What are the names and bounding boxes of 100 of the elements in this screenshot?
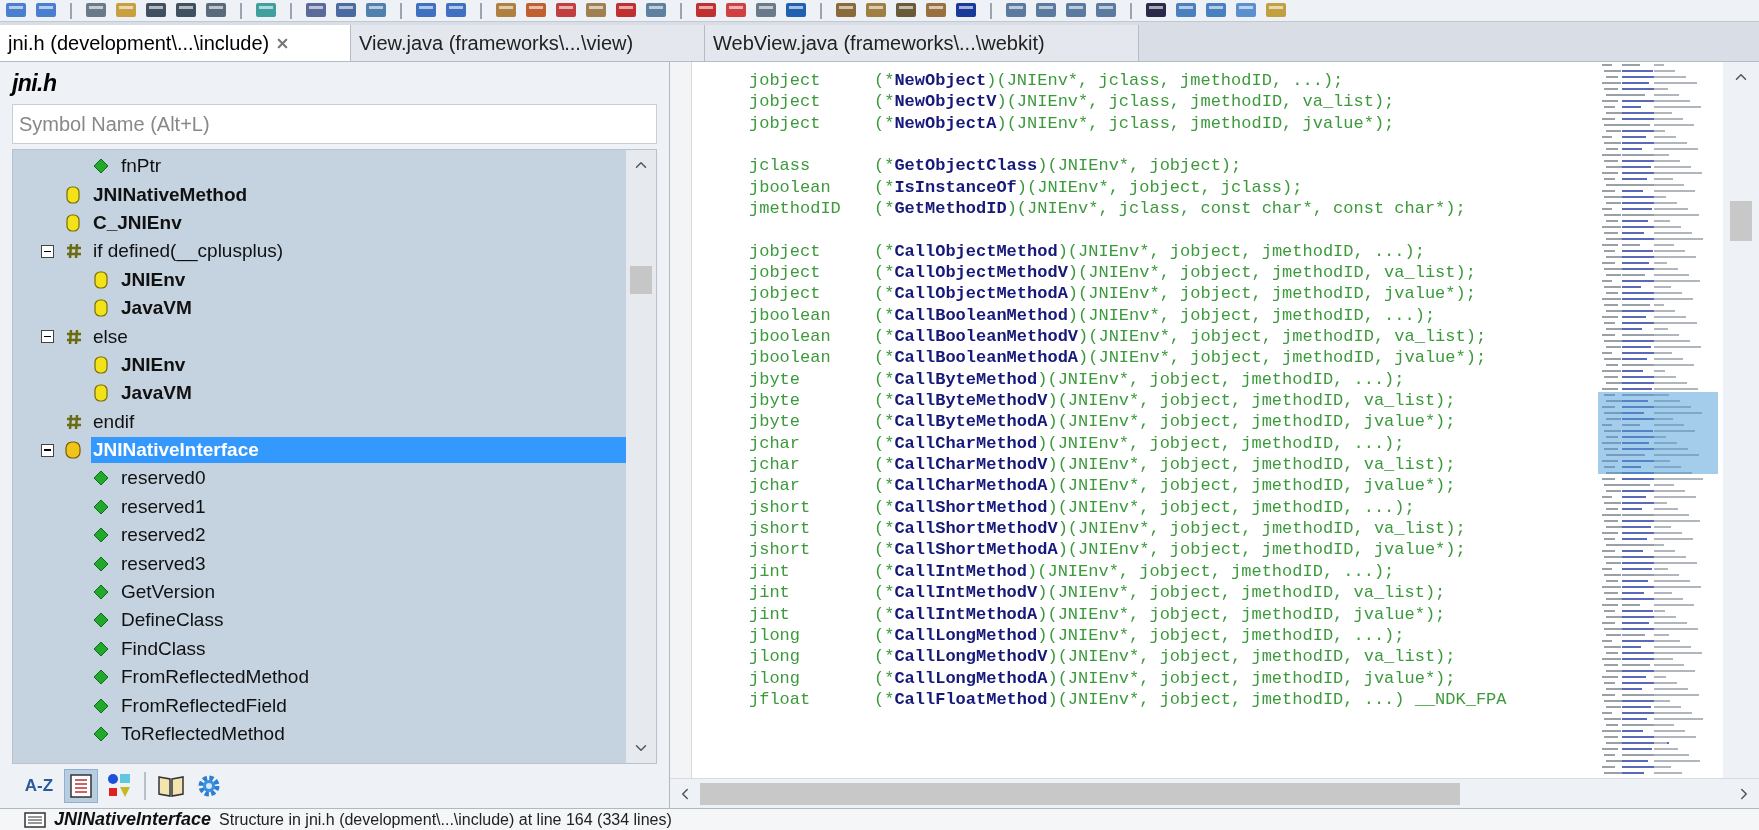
- scrollbar-thumb[interactable]: [1730, 201, 1752, 241]
- symbol-tree-item[interactable]: C_JNIEnv: [91, 209, 184, 236]
- symbol-tree-item[interactable]: JNIEnv: [119, 266, 188, 293]
- symbol-tree-item[interactable]: ToReflectedMethod: [119, 721, 287, 747]
- symbol-tree-item[interactable]: else: [91, 323, 130, 350]
- function-pointer-declaration: (*CallCharMethodA)(JNIEnv*, jobject, jmethodID, jvalue*);: [874, 475, 1456, 498]
- symbol-tree-item[interactable]: JNIEnv: [119, 351, 188, 378]
- type-keyword: jshort: [749, 496, 812, 519]
- file-tab[interactable]: WebView.java (frameworks\...\webkit): [705, 25, 1139, 61]
- symbol-tree-item[interactable]: reserved2: [119, 522, 208, 549]
- type-keyword: jlong: [749, 667, 801, 690]
- function-pointer-declaration: (*CallLongMethodA)(JNIEnv*, jobject, jmethodID, jvalue*);: [874, 667, 1456, 690]
- shapes-icon: [107, 773, 131, 799]
- symbol-tree-item[interactable]: FromReflectedMethod: [119, 664, 311, 691]
- type-keyword: jint: [749, 603, 791, 626]
- type-icon: [93, 354, 109, 375]
- function-pointer-declaration: (*CallByteMethodA)(JNIEnv*, jobject, jmethodID, jvalue*);: [874, 411, 1456, 434]
- type-keyword: jfloat: [749, 688, 812, 711]
- toolbar-icon[interactable]: [954, 3, 978, 19]
- function-pointer-declaration: (*NewObject)(JNIEnv*, jclass, jmethodID, ...);: [874, 69, 1344, 92]
- type-keyword: jmethodID: [749, 198, 842, 220]
- function-pointer-declaration: (*CallCharMethod)(JNIEnv*, jobject, jmethodID, ...);: [874, 432, 1405, 455]
- symbol-tree-item[interactable]: JavaVM: [119, 380, 194, 407]
- function-pointer-declaration: (*CallByteMethodV)(JNIEnv*, jobject, jmethodID, va_list);: [874, 390, 1456, 413]
- type-keyword: jobject: [749, 240, 822, 263]
- list-icon: [70, 774, 92, 798]
- type-keyword: jchar: [749, 454, 801, 477]
- diamond-icon: [93, 527, 109, 544]
- file-tab[interactable]: jni.h (development\...\include): [0, 25, 351, 61]
- symbol-tree-item[interactable]: GetVersion: [119, 579, 217, 606]
- vertical-scrollbar[interactable]: [626, 150, 656, 763]
- symbol-tree-item[interactable]: FromReflectedField: [119, 692, 289, 719]
- symbol-tree-item[interactable]: JavaVM: [119, 295, 194, 322]
- type-icon: [65, 212, 81, 233]
- diamond-icon: [93, 470, 109, 487]
- symbol-tree-item[interactable]: reserved1: [119, 493, 208, 520]
- toolbar-icon[interactable]: [784, 3, 808, 19]
- function-pointer-declaration: (*CallBooleanMethodA)(JNIEnv*, jobject, jmethodID, jvalue*);: [874, 347, 1487, 370]
- type-keyword: jbyte: [749, 368, 801, 391]
- scrollbar-thumb[interactable]: [630, 266, 652, 294]
- file-tab[interactable]: View.java (frameworks\...\view): [351, 25, 705, 61]
- diamond-icon: [93, 726, 109, 742]
- function-pointer-declaration: (*CallShortMethodA)(JNIEnv*, jobject, jmethodID, jvalue*);: [874, 539, 1466, 562]
- symbol-search-field[interactable]: Symbol Name (Alt+L): [12, 104, 657, 144]
- list-view-button[interactable]: [64, 769, 98, 803]
- symbol-tree-item[interactable]: FindClass: [119, 635, 208, 662]
- sort-button[interactable]: A-Z: [18, 769, 60, 803]
- type-keyword: jbyte: [749, 411, 801, 434]
- function-pointer-declaration: (*CallFloatMethod)(JNIEnv*, jobject, jmethodID, ...) __NDK_FPA: [874, 688, 1507, 711]
- function-pointer-declaration: (*CallObjectMethod)(JNIEnv*, jobject, jmethodID, ...);: [874, 240, 1425, 263]
- book-icon: [157, 774, 185, 798]
- hash-icon: [65, 412, 83, 431]
- type-keyword: jbyte: [749, 390, 801, 413]
- hash-icon: [65, 242, 83, 261]
- symbol-tree-item[interactable]: reserved3: [119, 550, 208, 577]
- symbol-tree-item[interactable]: if defined(__cplusplus): [91, 238, 286, 265]
- function-pointer-declaration: (*CallObjectMethodA)(JNIEnv*, jobject, jmethodID, jvalue*);: [874, 283, 1476, 306]
- type-keyword: jboolean: [749, 176, 832, 199]
- collapse-toggle[interactable]: [41, 244, 54, 258]
- diamond-icon: [93, 158, 109, 175]
- symbol-tree-item[interactable]: DefineClass: [119, 607, 226, 634]
- function-pointer-declaration: (*CallByteMethod)(JNIEnv*, jobject, jmethodID, ...);: [874, 368, 1405, 391]
- hash-icon: [65, 327, 83, 346]
- toolbar-icon[interactable]: [144, 3, 168, 19]
- type-icon: [93, 383, 109, 404]
- symbol-tree-item[interactable]: JNINativeMethod: [91, 181, 250, 208]
- type-keyword: jobject: [749, 112, 822, 135]
- symbol-tree-item[interactable]: fnPtr: [119, 153, 164, 180]
- function-pointer-declaration: (*CallShortMethod)(JNIEnv*, jobject, jmethodID, ...);: [874, 496, 1415, 519]
- settings-icon: [196, 773, 222, 799]
- type-keyword: jshort: [749, 518, 812, 541]
- toolbar-icon[interactable]: [174, 3, 198, 19]
- diamond-icon: [93, 498, 109, 515]
- function-pointer-declaration: (*NewObjectA)(JNIEnv*, jclass, jmethodID, jvalue*);: [874, 112, 1395, 135]
- symbol-tree-item[interactable]: endif: [91, 408, 137, 435]
- horizontal-scrollbar[interactable]: [670, 778, 1759, 808]
- type-keyword: jobject: [749, 69, 822, 92]
- struct-icon: [65, 440, 81, 461]
- toolbar-icon[interactable]: [1144, 3, 1168, 19]
- type-keyword: jboolean: [749, 326, 832, 349]
- diamond-icon: [93, 697, 109, 714]
- type-icon: [93, 269, 109, 290]
- symbol-tree-item[interactable]: reserved0: [119, 465, 208, 492]
- function-pointer-declaration: (*NewObjectV)(JNIEnv*, jclass, jmethodID, va_list);: [874, 91, 1395, 114]
- type-keyword: jobject: [749, 91, 822, 114]
- function-pointer-declaration: (*CallBooleanMethodV)(JNIEnv*, jobject, jmethodID, va_list);: [874, 326, 1487, 349]
- function-pointer-declaration: (*GetMethodID)(JNIEnv*, jclass, const char*, const char*);: [874, 198, 1466, 220]
- vertical-scrollbar[interactable]: [1723, 62, 1759, 778]
- function-pointer-declaration: (*CallShortMethodV)(JNIEnv*, jobject, jmethodID, va_list);: [874, 518, 1466, 541]
- type-keyword: jboolean: [749, 347, 832, 370]
- toolbar-icon[interactable]: [894, 3, 918, 19]
- diamond-icon: [93, 584, 109, 601]
- type-keyword: jlong: [749, 646, 801, 669]
- type-icon: [93, 298, 109, 319]
- function-pointer-declaration: (*CallBooleanMethod)(JNIEnv*, jobject, jmethodID, ...);: [874, 304, 1436, 327]
- type-keyword: jobject: [749, 283, 822, 306]
- collapse-toggle[interactable]: [41, 443, 54, 457]
- function-pointer-declaration: (*CallLongMethod)(JNIEnv*, jobject, jmethodID, ...);: [874, 624, 1405, 647]
- type-keyword: jchar: [749, 475, 801, 498]
- collapse-toggle[interactable]: [41, 330, 54, 344]
